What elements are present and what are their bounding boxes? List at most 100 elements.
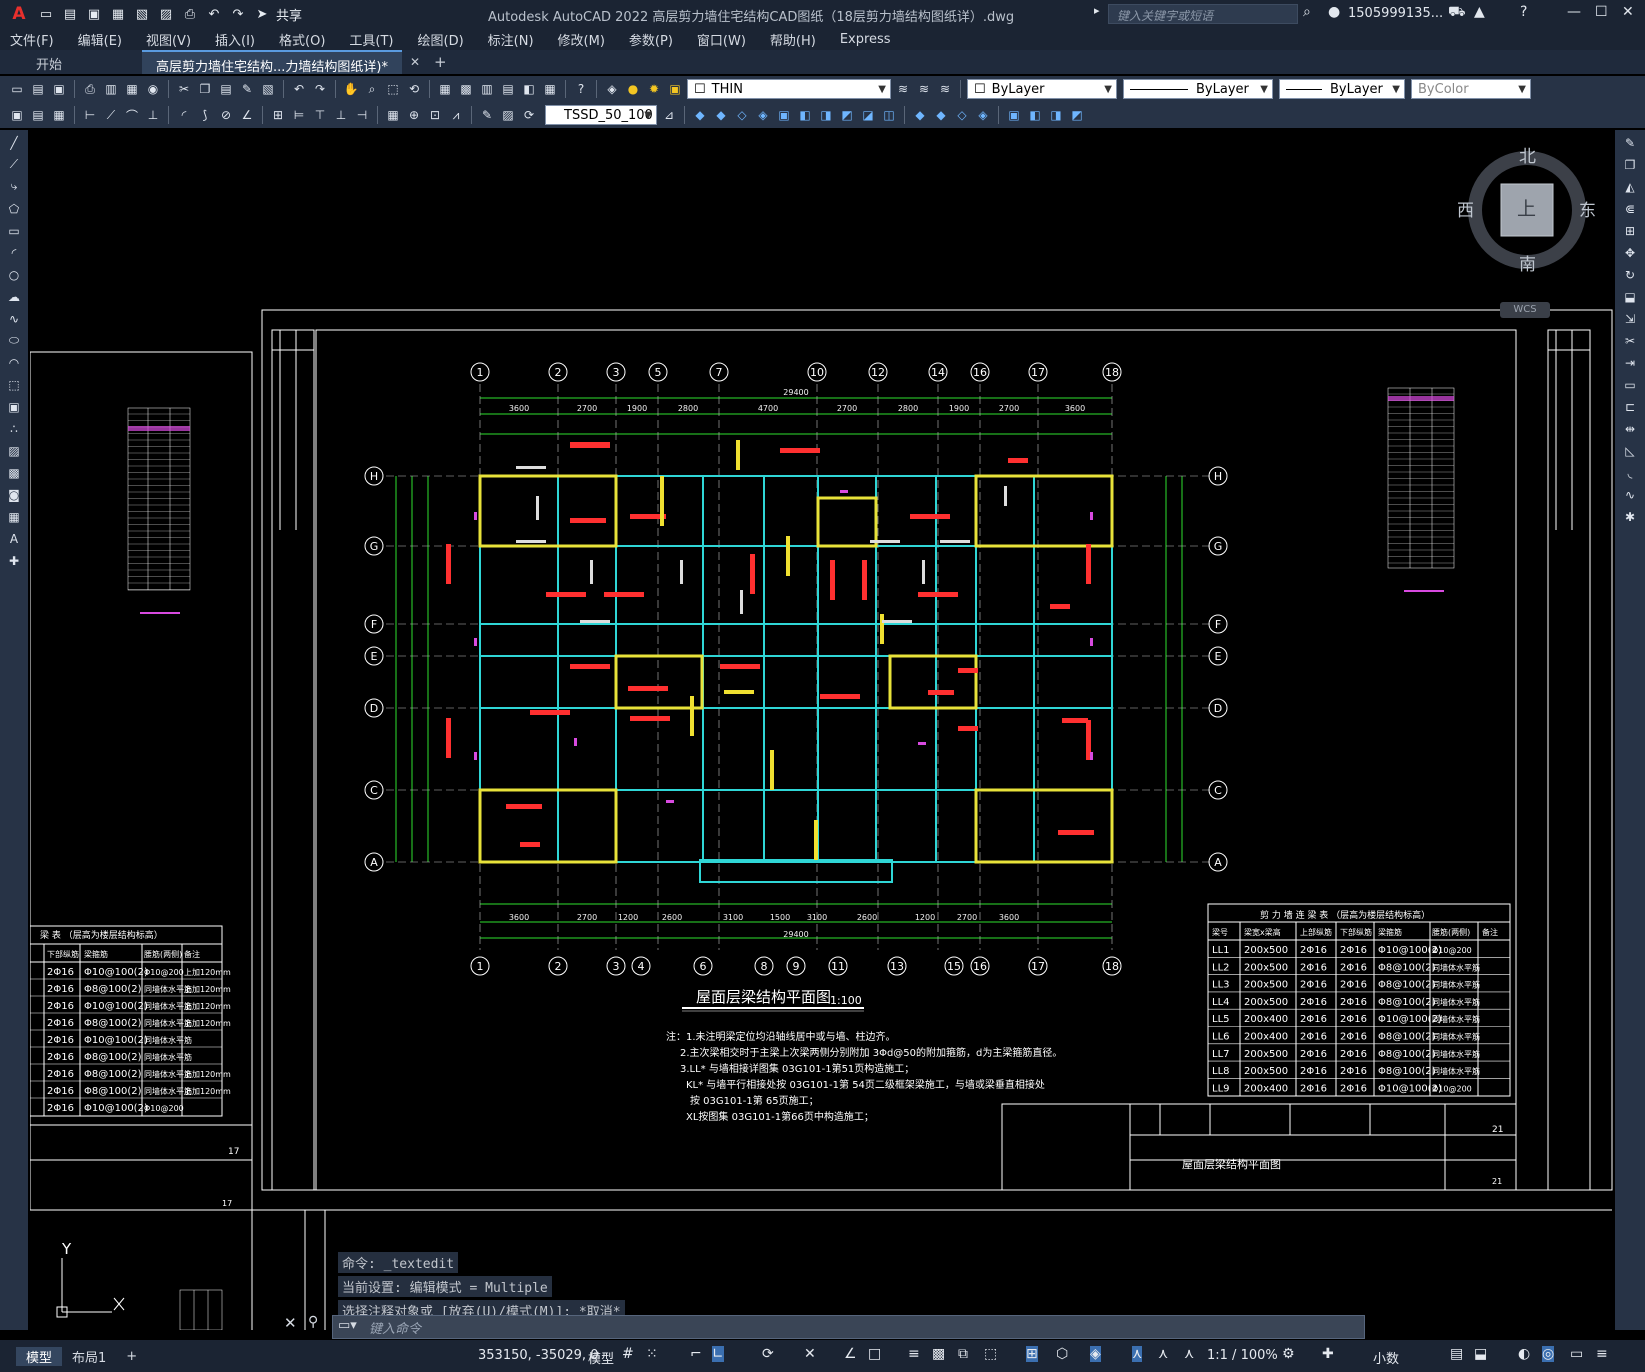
fillet-icon[interactable]: ◟ (1621, 463, 1639, 482)
menu-dimension[interactable]: 标注(N) (488, 30, 534, 49)
tssd-11-icon[interactable]: ◆ (911, 106, 929, 124)
expand-icon[interactable]: ▸ (1094, 4, 1100, 17)
erase-icon[interactable]: ✎ (1621, 133, 1639, 152)
dim-jogged-icon[interactable]: ⟆ (196, 106, 214, 124)
dimstyle-select[interactable]: TSSD_50_100 ▼ (545, 105, 657, 125)
preview-icon[interactable]: ▥ (102, 80, 120, 98)
chamfer-icon[interactable]: ◺ (1621, 441, 1639, 460)
dynamic-input-icon[interactable]: ⊞ (1026, 1346, 1038, 1362)
customize-status-icon[interactable]: ≡ (1596, 1346, 1608, 1362)
markup-icon[interactable]: ◧ (520, 80, 538, 98)
share-icon[interactable]: ➤ (252, 4, 272, 24)
otrack-icon[interactable]: ∠ (844, 1346, 857, 1362)
plot-icon[interactable]: ⎙ (180, 4, 200, 24)
new-file-icon[interactable]: ▭ (8, 80, 26, 98)
maximize-icon[interactable]: ☐ (1595, 4, 1608, 20)
linetype-select[interactable]: ByLayer ▼ (1123, 79, 1273, 99)
lineweight-icon[interactable]: ≡ (908, 1346, 920, 1362)
sheet-set-icon[interactable]: ▤ (499, 80, 517, 98)
table-icon[interactable]: ▤ (29, 106, 47, 124)
redo-icon[interactable]: ↷ (228, 4, 248, 24)
infer-icon[interactable]: ⌐ (690, 1346, 702, 1362)
tssd-15-icon[interactable]: ▣ (1005, 106, 1023, 124)
a360-icon[interactable]: ▲ (1474, 4, 1485, 20)
viewcube[interactable]: 北 南 西 东 上 (1457, 147, 1596, 275)
offset-icon[interactable]: ⋐ (1621, 199, 1639, 218)
open-web-icon[interactable]: ▧ (132, 4, 152, 24)
save-as-icon[interactable]: ▦ (108, 4, 128, 24)
pan-icon[interactable]: ✋ (342, 80, 360, 98)
properties-icon[interactable]: ▦ (436, 80, 454, 98)
menu-window[interactable]: 窗口(W) (697, 30, 746, 49)
copy-icon[interactable]: ❐ (196, 80, 214, 98)
tab-close-icon[interactable]: ✕ (402, 55, 428, 74)
calculator-icon[interactable]: ▦ (541, 80, 559, 98)
zoom-previous-icon[interactable]: ⟲ (405, 80, 423, 98)
model-space-button[interactable]: 模型 (588, 1348, 614, 1367)
add-selected-icon[interactable]: ✚ (5, 551, 23, 570)
isolate-objects-icon[interactable]: ◐ (1518, 1346, 1530, 1362)
tssd-7-icon[interactable]: ◨ (817, 106, 835, 124)
selection-cycling-icon[interactable]: ⧉ (958, 1346, 968, 1362)
open-icon[interactable]: ▤ (60, 4, 80, 24)
viewcube-north[interactable]: 北 (1519, 142, 1536, 167)
lineweight-select[interactable]: ByLayer ▼ (1279, 79, 1405, 99)
dim-continue-icon[interactable]: ⊤ (311, 106, 329, 124)
save-icon[interactable]: ▣ (84, 4, 104, 24)
insert-icon[interactable]: ⬚ (5, 375, 23, 394)
layer-properties-icon[interactable]: ◈ (603, 80, 621, 98)
annotation-visibility-icon[interactable]: ⋏ (1132, 1346, 1143, 1362)
cut-icon[interactable]: ✂ (175, 80, 193, 98)
plotstyle-select[interactable]: ByColor ▼ (1411, 79, 1531, 99)
tssd-14-icon[interactable]: ◈ (974, 106, 992, 124)
construction-line-icon[interactable]: ⟋ (5, 155, 23, 174)
command-prompt-icon[interactable]: ▭▾ (338, 1318, 357, 1333)
hardware-acceleration-icon[interactable]: ◎ (1542, 1346, 1555, 1362)
hatch-icon[interactable]: ▨ (5, 441, 23, 460)
dim-arc-icon[interactable]: ⌒ (123, 106, 141, 124)
print-icon[interactable]: ⎙ (81, 80, 99, 98)
units-select[interactable]: 小数 (1373, 1348, 1399, 1367)
menu-view[interactable]: 视图(V) (146, 30, 191, 49)
viewcube-west[interactable]: 西 (1457, 196, 1474, 221)
break-icon[interactable]: ⊏ (1621, 397, 1639, 416)
open-file-icon[interactable]: ▤ (29, 80, 47, 98)
minimize-icon[interactable]: — (1567, 4, 1581, 20)
tolerance-icon[interactable]: ▦ (384, 106, 402, 124)
layer-lock-icon[interactable]: ▣ (666, 80, 684, 98)
polygon-icon[interactable]: ⬠ (5, 199, 23, 218)
tssd-3-icon[interactable]: ◇ (733, 106, 751, 124)
help-tool-icon[interactable]: ? (572, 80, 590, 98)
menu-parametric[interactable]: 参数(P) (629, 30, 673, 49)
viewcube-east[interactable]: 东 (1579, 196, 1596, 221)
tssd-6-icon[interactable]: ◧ (796, 106, 814, 124)
insert-block-icon[interactable]: ▣ (8, 106, 26, 124)
zoom-realtime-icon[interactable]: ⌕ (363, 80, 381, 98)
tab-start[interactable]: 开始 (22, 50, 142, 74)
lock-ui-icon[interactable]: ⬓ (1474, 1346, 1487, 1362)
clean-screen-icon[interactable]: ▭ (1570, 1346, 1583, 1362)
color-select[interactable]: ☐ ByLayer ▼ (967, 79, 1117, 99)
paste-icon[interactable]: ▤ (217, 80, 235, 98)
tab-layout1[interactable]: 布局1 (62, 1347, 116, 1366)
ellipse-arc-icon[interactable]: ◠ (5, 353, 23, 372)
rotate-icon[interactable]: ↻ (1621, 265, 1639, 284)
array-icon[interactable]: ⊞ (1621, 221, 1639, 240)
dim-update-icon[interactable]: ⟳ (520, 106, 538, 124)
layer-bulb-icon[interactable]: ● (624, 80, 642, 98)
layer-states-icon[interactable]: ≋ (936, 80, 954, 98)
break-point-icon[interactable]: ▭ (1621, 375, 1639, 394)
cart-icon[interactable]: ⛟ (1448, 4, 1466, 22)
command-input[interactable]: 键入命令 (332, 1315, 1365, 1339)
layer-select[interactable]: ☐ THIN ▼ (687, 79, 891, 99)
join-icon[interactable]: ⇹ (1621, 419, 1639, 438)
blend-icon[interactable]: ∿ (1621, 485, 1639, 504)
tssd-8-icon[interactable]: ◩ (838, 106, 856, 124)
gradient-icon[interactable]: ▩ (5, 463, 23, 482)
workspace-gear-icon[interactable]: ⚙ (1282, 1346, 1295, 1362)
share-label[interactable]: 共享 (276, 5, 302, 24)
save-web-icon[interactable]: ▨ (156, 4, 176, 24)
menu-format[interactable]: 格式(O) (279, 30, 325, 49)
snap-icon[interactable]: ⁙ (646, 1346, 658, 1362)
tssd-2-icon[interactable]: ◆ (712, 106, 730, 124)
